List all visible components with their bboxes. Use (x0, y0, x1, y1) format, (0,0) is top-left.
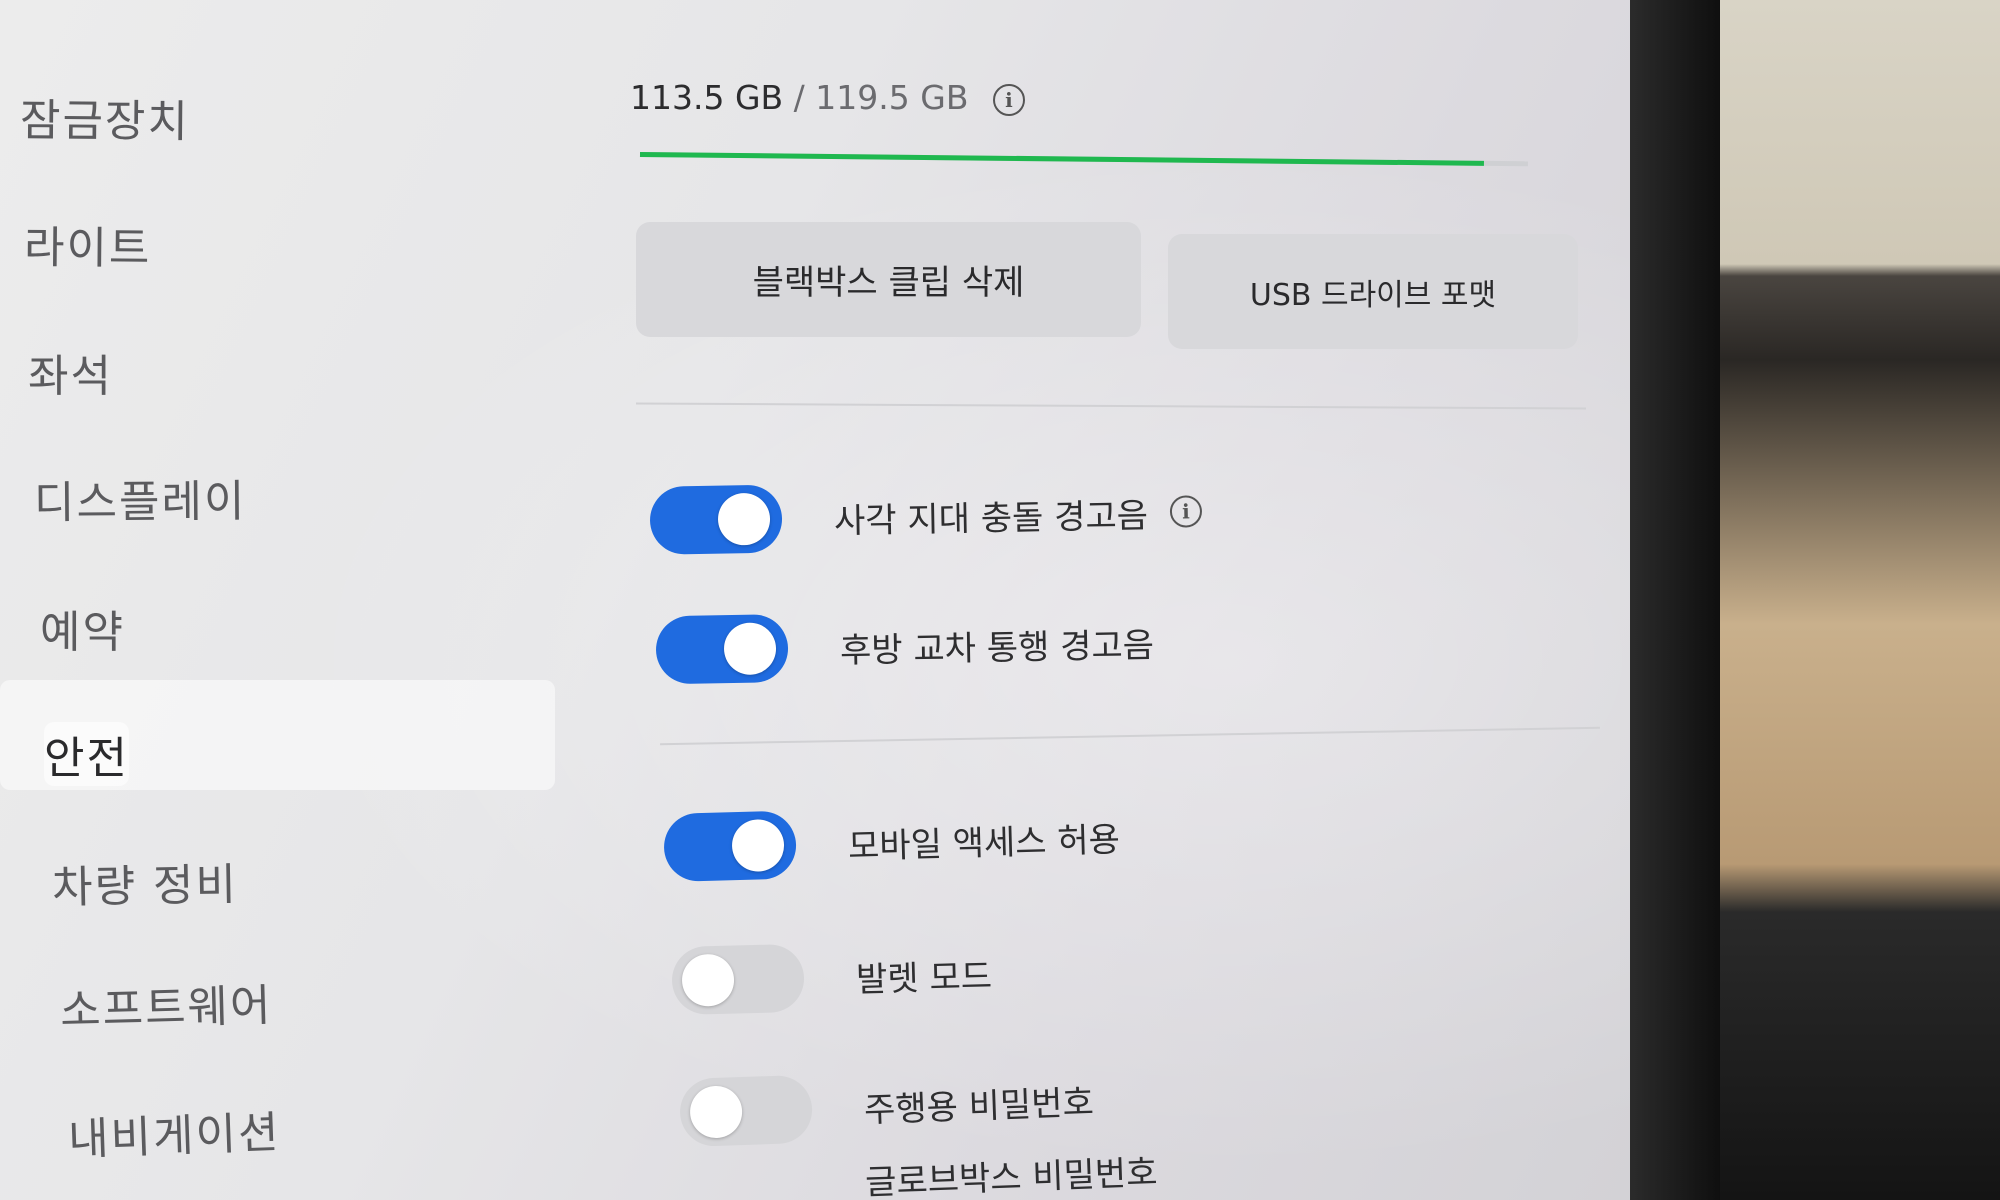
sidebar-item-seats[interactable]: 좌석 (28, 340, 113, 404)
touchscreen: 잠금장치 라이트 좌석 디스플레이 예약 안전 차량 정비 소프트웨어 내비게이… (0, 0, 1630, 1200)
storage-used: 113.5 GB (630, 78, 784, 117)
screen-bezel (1630, 0, 1720, 1200)
info-icon[interactable]: i (1169, 495, 1203, 528)
blind-spot-chime-toggle[interactable] (649, 484, 783, 555)
toggle-row[interactable]: 주행용 비밀번호 (678, 1065, 1095, 1148)
toggle-row[interactable]: 모바일 액세스 허용 (663, 802, 1120, 882)
sidebar-item-schedule[interactable]: 예약 (40, 596, 125, 660)
info-icon[interactable]: i (992, 83, 1025, 116)
toggle-knob (717, 492, 771, 546)
toggle-knob (723, 622, 777, 676)
sidebar-item-display[interactable]: 디스플레이 (34, 465, 247, 531)
glovebox-pin-label[interactable]: 글로브박스 비밀번호 (864, 1145, 1159, 1200)
storage-separator: / (783, 78, 816, 117)
section-divider (660, 726, 1600, 746)
toggle-label: 모바일 액세스 허용 (847, 819, 1121, 867)
toggle-label: 주행용 비밀번호 (863, 1082, 1095, 1131)
toggle-label: 사각 지대 충돌 경고음 (833, 495, 1149, 542)
storage-progress-fill (639, 152, 1484, 166)
toggle-knob (731, 818, 785, 873)
sidebar-item-safety[interactable]: 안전 (44, 722, 129, 786)
storage-readout: 113.5 GB / 119.5 GB i (630, 78, 1025, 117)
valet-mode-toggle[interactable] (671, 943, 805, 1016)
car-interior-background (1700, 0, 2000, 1200)
mobile-access-toggle[interactable] (663, 810, 797, 882)
toggle-knob (689, 1085, 743, 1139)
storage-progress-bar (639, 152, 1528, 167)
toggle-label: 발렛 모드 (855, 956, 993, 1000)
sidebar-item-software[interactable]: 소프트웨어 (59, 969, 273, 1039)
format-usb-drive-button[interactable]: USB 드라이브 포맷 (1168, 234, 1578, 349)
photo-stage: 잠금장치 라이트 좌석 디스플레이 예약 안전 차량 정비 소프트웨어 내비게이… (0, 0, 2000, 1200)
settings-sidebar: 잠금장치 라이트 좌석 디스플레이 예약 안전 차량 정비 소프트웨어 내비게이… (0, 0, 560, 1200)
toggle-knob (681, 953, 735, 1007)
sidebar-item-navigation[interactable]: 내비게이션 (67, 1096, 282, 1167)
rear-cross-traffic-chime-toggle[interactable] (655, 614, 789, 685)
delete-dashcam-clips-button[interactable]: 블랙박스 클립 삭제 (636, 222, 1141, 337)
pin-to-drive-toggle[interactable] (678, 1074, 814, 1148)
sidebar-item-service[interactable]: 차량 정비 (51, 848, 239, 915)
storage-total: 119.5 GB (815, 78, 969, 117)
toggle-label: 후방 교차 통행 경고음 (839, 625, 1155, 671)
section-divider (636, 402, 1586, 410)
toggle-row[interactable]: 발렛 모드 (671, 939, 993, 1016)
toggle-row[interactable]: 후방 교차 통행 경고음 (655, 608, 1154, 685)
sidebar-item-lights[interactable]: 라이트 (24, 211, 152, 276)
toggle-row[interactable]: 사각 지대 충돌 경고음 i (649, 477, 1203, 555)
sidebar-item-locks[interactable]: 잠금장치 (20, 84, 190, 149)
